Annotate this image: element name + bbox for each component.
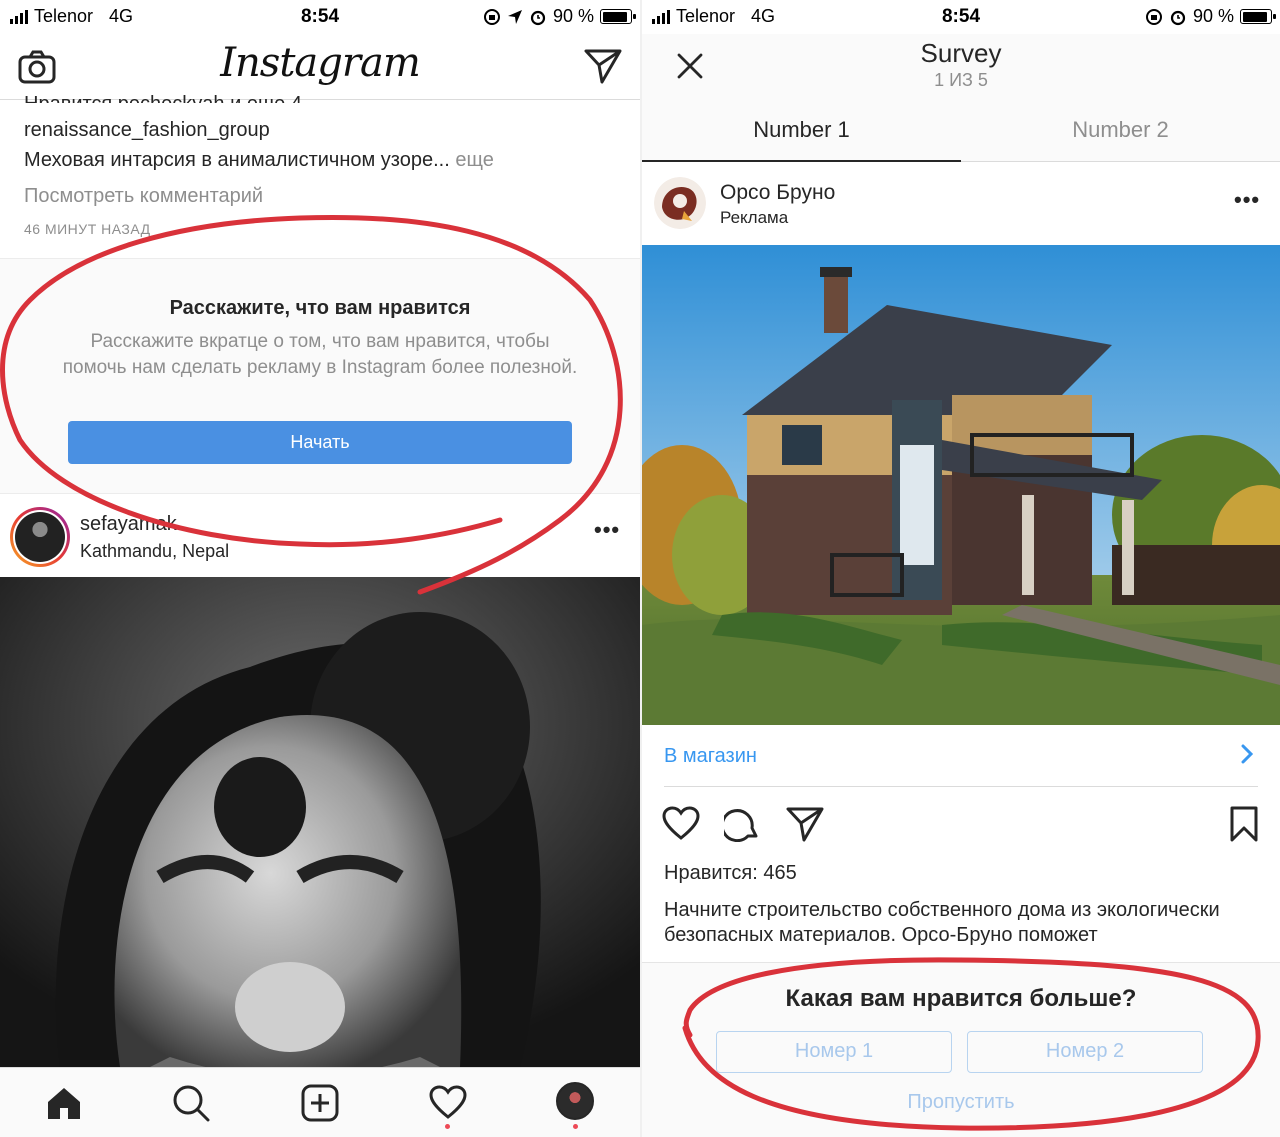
search-icon[interactable]	[172, 1084, 210, 1122]
activity-notification-dot	[445, 1124, 450, 1129]
survey-question-panel: Какая вам нравится больше? Номер 1 Номер…	[642, 962, 1280, 1137]
status-bar: Telenor 4G 8:54 90 %	[642, 0, 1280, 34]
divider	[664, 786, 1258, 787]
profile-avatar[interactable]	[556, 1082, 594, 1120]
instagram-feed-screen: Telenor 4G 8:54 90 % Instagram Нравится …	[0, 0, 640, 1137]
ad-account-name[interactable]: Орсо Бруно	[720, 181, 835, 205]
battery-icon	[1240, 9, 1276, 24]
previous-post-footer: Нравится pecheckyah и еще 4 renaissance_…	[0, 93, 640, 258]
post-timestamp: 46 МИНУТ НАЗАД	[24, 221, 151, 237]
survey-title: Survey	[920, 38, 1002, 68]
ad-caption: Начните строительство собственного дома …	[664, 899, 1220, 946]
survey-screen: Telenor 4G 8:54 90 % Survey 1 ИЗ 5 Numbe…	[642, 0, 1280, 1137]
house-image	[642, 245, 1280, 725]
bookmark-icon[interactable]	[1230, 806, 1258, 842]
start-survey-button[interactable]: Начать	[68, 421, 572, 464]
view-comments-link[interactable]: Посмотреть комментарий	[24, 185, 263, 208]
battery-level	[1242, 11, 1267, 22]
tab-number-2[interactable]: Number 2	[961, 100, 1280, 162]
rotation-lock-icon	[1145, 8, 1162, 25]
likes-cut-text: Нравится pecheckyah и еще 4	[24, 93, 302, 103]
bottom-tab-bar	[0, 1067, 640, 1137]
comment-icon[interactable]	[724, 806, 760, 842]
battery-icon	[600, 9, 636, 24]
ad-post-header: Орсо Бруно Реклама •••	[642, 163, 1280, 245]
activity-heart-icon[interactable]	[429, 1085, 467, 1119]
avatar[interactable]	[10, 507, 70, 567]
skip-button[interactable]: Пропустить	[642, 1091, 1280, 1114]
share-icon[interactable]	[786, 806, 824, 842]
post-header: sefayamak Kathmandu, Nepal •••	[0, 495, 640, 577]
more-options-icon[interactable]: •••	[594, 517, 620, 543]
add-post-icon[interactable]	[301, 1084, 339, 1122]
shop-link-row[interactable]: В магазин	[642, 725, 1280, 787]
post-username[interactable]: sefayamak	[80, 513, 177, 536]
survey-progress: 1 ИЗ 5	[934, 70, 988, 90]
survey-tabs: Number 1 Number 2	[642, 100, 1280, 162]
shop-link[interactable]: В магазин	[664, 745, 757, 768]
post-caption-text: Меховая интарсия в анималистичном узоре.…	[24, 149, 450, 171]
survey-header: Survey 1 ИЗ 5	[642, 34, 1280, 100]
ad-photo[interactable]	[642, 245, 1280, 725]
alarm-icon	[530, 10, 546, 25]
location-arrow-icon	[507, 9, 522, 24]
rotation-lock-icon	[483, 8, 500, 25]
battery-level	[602, 11, 627, 22]
battery-percent: 90 %	[552, 6, 594, 26]
status-bar: Telenor 4G 8:54 90 %	[0, 0, 640, 34]
like-heart-icon[interactable]	[662, 806, 700, 840]
likes-count[interactable]: Нравится: 465	[664, 862, 797, 885]
option-number-1-button[interactable]: Номер 1	[716, 1031, 952, 1073]
alarm-icon	[1170, 10, 1186, 25]
direct-message-icon[interactable]	[584, 48, 622, 84]
option-number-2-button[interactable]: Номер 2	[967, 1031, 1203, 1073]
home-icon[interactable]	[46, 1086, 82, 1120]
feed-header: Instagram	[0, 34, 640, 100]
ad-survey-card: Расскажите, что вам нравится Расскажите …	[0, 258, 640, 494]
sponsored-label: Реклама	[720, 208, 789, 227]
post-photo[interactable]	[0, 577, 640, 1067]
post-actions	[642, 800, 1280, 850]
post-caption: Меховая интарсия в анималистичном узоре.…	[24, 149, 494, 172]
survey-question: Какая вам нравится больше?	[785, 985, 1137, 1012]
tab-number-1[interactable]: Number 1	[642, 100, 961, 162]
survey-card-title: Расскажите, что вам нравится	[169, 297, 471, 319]
portrait-image	[0, 577, 640, 1067]
instagram-logo: Instagram	[220, 40, 421, 86]
avatar[interactable]	[654, 177, 706, 229]
chevron-right-icon	[1241, 744, 1254, 764]
post-username[interactable]: renaissance_fashion_group	[24, 119, 270, 142]
post-location[interactable]: Kathmandu, Nepal	[80, 541, 229, 562]
caption-more-link[interactable]: еще	[455, 149, 493, 171]
survey-card-description: Расскажите вкратце о том, что вам нравит…	[62, 331, 578, 378]
profile-notification-dot	[573, 1124, 578, 1129]
battery-percent: 90 %	[1192, 6, 1234, 26]
more-options-icon[interactable]: •••	[1234, 187, 1260, 213]
